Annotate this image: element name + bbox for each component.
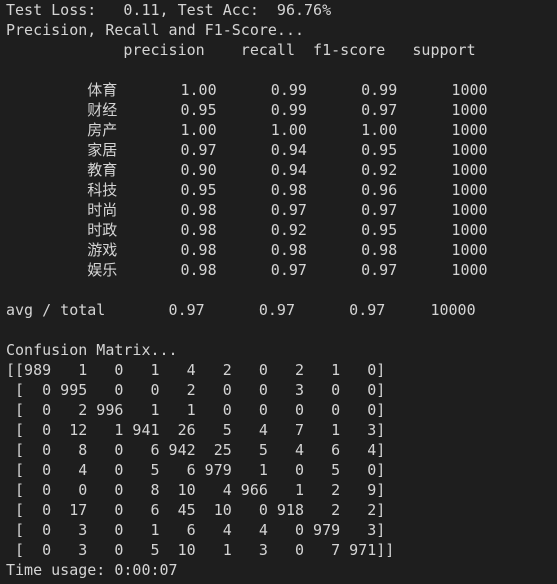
confusion-matrix-row: [ 0 12 1 941 26 5 4 7 1 3] [6, 421, 386, 439]
confusion-matrix-heading: Confusion Matrix... [6, 341, 178, 359]
confusion-matrix-row: [ 0 995 0 0 2 0 0 3 0 0] [6, 381, 386, 399]
report-heading: Precision, Recall and F1-Score... [6, 21, 305, 39]
report-row: 体育 1.00 0.99 0.99 1000 [6, 81, 488, 99]
confusion-matrix-row: [ 0 3 0 5 10 1 3 0 7 971]] [6, 541, 395, 559]
confusion-matrix-row: [ 0 4 0 5 6 979 1 0 5 0] [6, 461, 386, 479]
report-row: 科技 0.95 0.98 0.96 1000 [6, 181, 488, 199]
report-header-row: precision recall f1-score support [6, 41, 476, 59]
confusion-matrix-row: [ 0 2 996 1 1 0 0 0 0 0] [6, 401, 386, 419]
confusion-matrix-row: [ 0 0 0 8 10 4 966 1 2 9] [6, 481, 386, 499]
terminal-output[interactable]: Test Loss: 0.11, Test Acc: 96.76% Precisi… [6, 0, 554, 584]
report-row: 时政 0.98 0.92 0.95 1000 [6, 221, 488, 239]
report-row: 娱乐 0.98 0.97 0.97 1000 [6, 261, 488, 279]
report-row: 家居 0.97 0.94 0.95 1000 [6, 141, 488, 159]
report-row: 游戏 0.98 0.98 0.98 1000 [6, 241, 488, 259]
confusion-matrix-row: [ 0 3 0 1 6 4 4 0 979 3] [6, 521, 386, 539]
confusion-matrix-row: [ 0 17 0 6 45 10 0 918 2 2] [6, 501, 386, 519]
report-row: 财经 0.95 0.99 0.97 1000 [6, 101, 488, 119]
report-row: 时尚 0.98 0.97 0.97 1000 [6, 201, 488, 219]
report-row: 房产 1.00 1.00 1.00 1000 [6, 121, 488, 139]
avg-total-row: avg / total 0.97 0.97 0.97 10000 [6, 301, 476, 319]
time-usage-line: Time usage: 0:00:07 [6, 561, 178, 579]
test-loss-line: Test Loss: 0.11, Test Acc: 96.76% [6, 1, 332, 19]
report-row: 教育 0.90 0.94 0.92 1000 [6, 161, 488, 179]
confusion-matrix-row: [[989 1 0 1 4 2 0 2 1 0] [6, 361, 386, 379]
confusion-matrix-row: [ 0 8 0 6 942 25 5 4 6 4] [6, 441, 386, 459]
